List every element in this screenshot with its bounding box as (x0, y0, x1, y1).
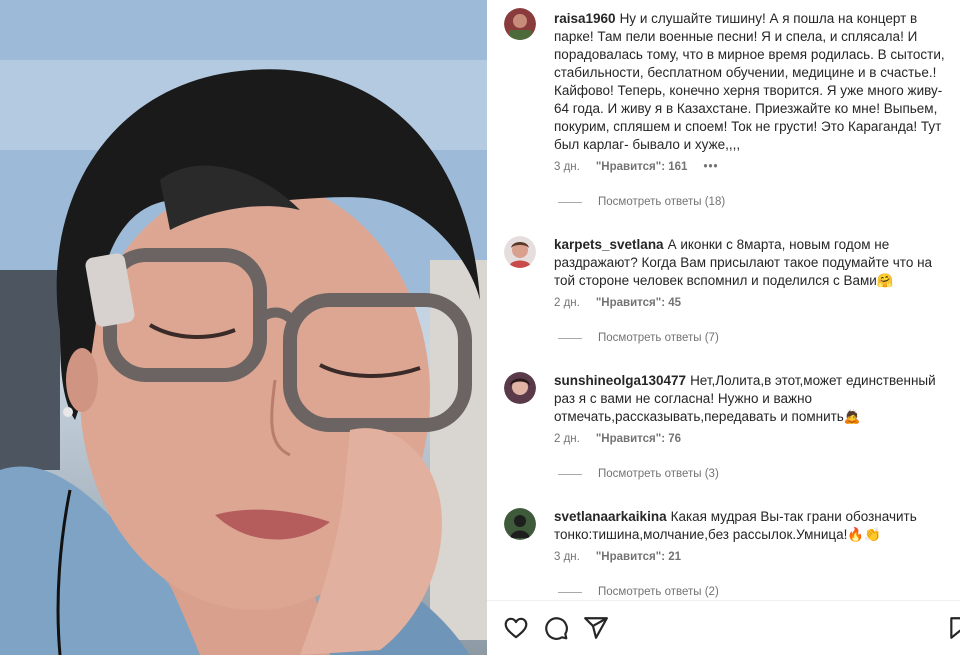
replies-divider-line (558, 591, 582, 593)
comment-username[interactable]: sunshineolga130477 (554, 373, 686, 388)
comment-text-block: karpets_svetlana А иконки с 8марта, новым… (554, 236, 950, 290)
avatar[interactable] (504, 236, 536, 268)
comment-text-block: svetlanaarkaikina Какая мудрая Вы-так гра… (554, 508, 950, 544)
view-replies-button[interactable]: Посмотреть ответы (3) (558, 468, 719, 480)
avatar[interactable] (504, 372, 536, 404)
view-replies-label: Посмотреть ответы (2) (598, 586, 719, 598)
view-replies-label: Посмотреть ответы (18) (598, 196, 726, 208)
comment-username[interactable]: raisa1960 (554, 11, 616, 26)
heart-icon[interactable] (503, 615, 529, 641)
comment-meta: 2 дн. "Нравится": 76 (554, 433, 681, 445)
view-replies-button[interactable]: Посмотреть ответы (2) (558, 586, 719, 598)
comment-time[interactable]: 3 дн. (554, 161, 580, 173)
avatar-image (504, 236, 536, 268)
replies-divider-line (558, 337, 582, 339)
replies-divider-line (558, 473, 582, 475)
comment-text-block: raisa1960 Ну и слушайте тишину! А я пошла… (554, 10, 950, 154)
comment-likes[interactable]: "Нравится": 45 (596, 297, 681, 309)
post-action-bar (487, 600, 960, 655)
comment-time[interactable]: 2 дн. (554, 433, 580, 445)
comment-icon[interactable] (543, 615, 569, 641)
comment-meta: 3 дн. "Нравится": 21 (554, 551, 681, 563)
comment-time[interactable]: 3 дн. (554, 551, 580, 563)
comment-likes[interactable]: "Нравится": 76 (596, 433, 681, 445)
avatar-image (504, 372, 536, 404)
comment-username[interactable]: svetlanaarkaikina (554, 509, 667, 524)
avatar[interactable] (504, 8, 536, 40)
more-options-button[interactable]: ••• (703, 161, 718, 173)
post-photo[interactable] (0, 0, 487, 655)
avatar[interactable] (504, 508, 536, 540)
avatar-image (504, 8, 536, 40)
comment-likes[interactable]: "Нравится": 161 (596, 161, 688, 173)
comment-text-block: sunshineolga130477 Нет,Лолита,в этот,може… (554, 372, 950, 426)
view-replies-button[interactable]: Посмотреть ответы (18) (558, 196, 725, 208)
avatar-image (504, 508, 536, 540)
view-replies-button[interactable]: Посмотреть ответы (7) (558, 332, 719, 344)
share-icon[interactable] (583, 615, 609, 641)
bookmark-icon[interactable] (947, 615, 960, 641)
comment-username[interactable]: karpets_svetlana (554, 237, 664, 252)
view-replies-label: Посмотреть ответы (3) (598, 468, 719, 480)
comment-time[interactable]: 2 дн. (554, 297, 580, 309)
view-replies-label: Посмотреть ответы (7) (598, 332, 719, 344)
replies-divider-line (558, 201, 582, 203)
comment-meta: 3 дн. "Нравится": 161 ••• (554, 161, 719, 173)
comment-likes[interactable]: "Нравится": 21 (596, 551, 681, 563)
comments-panel[interactable]: raisa1960 Ну и слушайте тишину! А я пошла… (487, 0, 960, 600)
portrait-illustration (0, 0, 487, 655)
comment-body: Ну и слушайте тишину! А я пошла на конце… (554, 11, 945, 152)
comment-meta: 2 дн. "Нравится": 45 (554, 297, 681, 309)
